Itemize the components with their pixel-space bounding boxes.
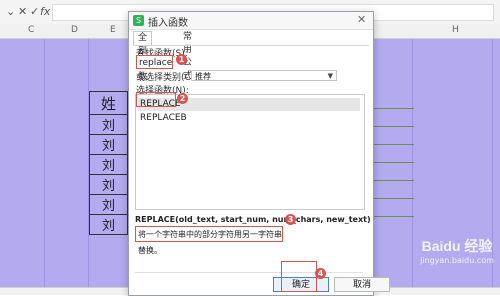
step-marker-4: 4: [315, 268, 326, 279]
function-item-replaceb[interactable]: REPLACEB: [138, 112, 360, 125]
step-marker-1: 1: [176, 54, 187, 65]
highlight-frame: [136, 92, 176, 107]
baidu-url: jingyan.baidu.com: [420, 256, 494, 265]
wps-logo-icon: S: [133, 15, 144, 26]
search-input[interactable]: replace: [136, 55, 173, 69]
category-label: 或选择类别(C):: [136, 73, 198, 83]
category-select[interactable]: 推荐 ▼: [191, 70, 337, 81]
dialog-title: 插入函数: [148, 18, 188, 29]
step-marker-2: 2: [177, 93, 188, 104]
cancel-button[interactable]: 取消: [334, 277, 390, 292]
close-icon[interactable]: ✕: [357, 13, 366, 26]
step-marker-3: 3: [285, 214, 296, 225]
name-cell[interactable]: 刘: [89, 154, 128, 175]
tab-common-formulas[interactable]: 常用公式: [179, 31, 196, 81]
chevron-down-icon: ▼: [327, 72, 333, 80]
column-c[interactable]: C: [28, 25, 34, 35]
name-cell[interactable]: 刘: [89, 194, 128, 215]
name-cell[interactable]: 刘: [89, 214, 128, 235]
insert-function-dialog: S 插入函数 ✕ 全部函数 常用公式 查找函数(S): replace 或选择类…: [128, 11, 390, 296]
column-e[interactable]: E: [110, 25, 116, 35]
function-list[interactable]: REPLACE REPLACEB: [135, 94, 365, 210]
name-column: 姓 刘 刘 刘 刘 刘 刘: [89, 91, 128, 235]
cancel-icon[interactable]: ✕: [18, 5, 27, 18]
category-value: 推荐: [195, 72, 211, 81]
name-cell[interactable]: 刘: [89, 174, 128, 195]
header-cell[interactable]: 姓: [89, 91, 128, 115]
baidu-logo: Baidu 经验: [421, 238, 493, 254]
function-description: 将一个字符串中的部分字符用另一字符串替换。: [135, 226, 283, 255]
function-syntax: REPLACE(old_text, start_num, num_chars, …: [135, 215, 371, 224]
dropdown-icon[interactable]: ⌄: [6, 5, 15, 18]
column-h[interactable]: H: [452, 25, 459, 35]
fx-icon[interactable]: fx: [40, 5, 50, 18]
baidu-watermark: Baidu 经验 jingyan.baidu.com: [418, 236, 496, 265]
dialog-titlebar: S 插入函数 ✕: [129, 12, 373, 30]
name-cell[interactable]: 刘: [89, 114, 128, 135]
name-cell[interactable]: 刘: [89, 134, 128, 155]
right-grid-lines: [370, 91, 414, 217]
column-d[interactable]: D: [71, 25, 78, 35]
tab-all-functions[interactable]: 全部函数: [133, 31, 153, 82]
confirm-icon[interactable]: ✓: [30, 5, 39, 18]
highlight-frame: [281, 261, 317, 292]
